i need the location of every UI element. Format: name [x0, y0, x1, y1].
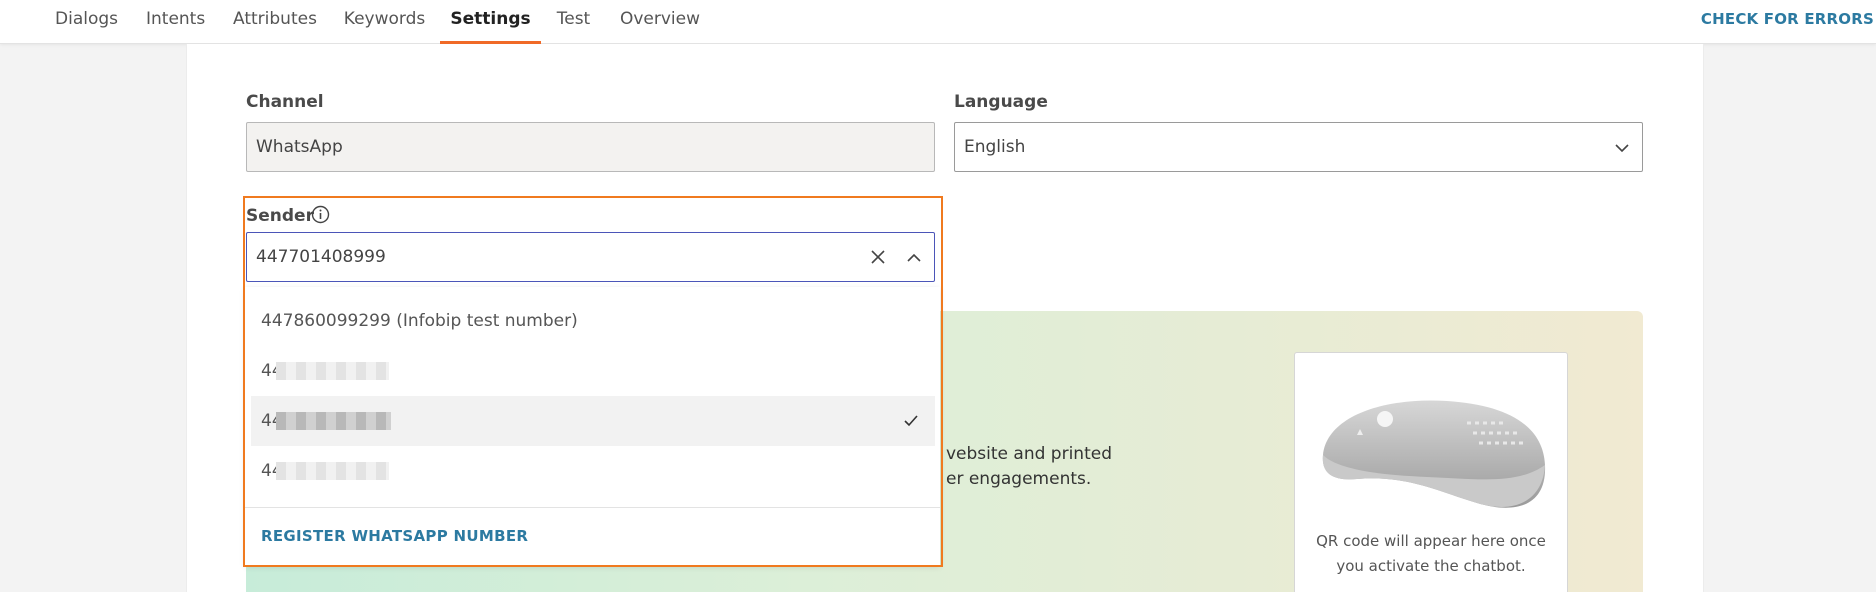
banner-line-1: vebsite and printed [946, 444, 1112, 464]
tab-keywords[interactable]: Keywords [343, 0, 426, 44]
top-nav: Dialogs Intents Attributes Keywords Sett… [0, 0, 1876, 44]
language-label: Language [954, 92, 1048, 112]
language-value: English [964, 137, 1026, 157]
sender-highlight-frame [243, 196, 943, 567]
tab-dialogs[interactable]: Dialogs [55, 0, 118, 44]
check-for-errors-button[interactable]: CHECK FOR ERRORS [1701, 0, 1874, 38]
tab-intents[interactable]: Intents [146, 0, 205, 44]
qr-card: QR code will appear here once you activa… [1294, 352, 1568, 592]
banner-line-2: er engagements. [946, 469, 1092, 489]
channel-field: WhatsApp [246, 122, 935, 172]
channel-label: Channel [246, 92, 324, 112]
qr-caption-line-1: QR code will appear here once [1316, 532, 1546, 550]
tab-attributes[interactable]: Attributes [233, 0, 317, 44]
qr-placeholder-illustration [1322, 400, 1546, 508]
qr-caption-line-2: you activate the chatbot. [1336, 557, 1526, 575]
tab-settings[interactable]: Settings [440, 0, 541, 44]
tab-overview[interactable]: Overview [619, 0, 701, 44]
tab-test[interactable]: Test [555, 0, 592, 44]
language-select[interactable]: English [954, 122, 1643, 172]
qr-caption: QR code will appear here once you activa… [1295, 529, 1567, 579]
chevron-down-icon [1615, 144, 1629, 153]
banner-description: vebsite and printed er engagements. [946, 442, 1112, 492]
